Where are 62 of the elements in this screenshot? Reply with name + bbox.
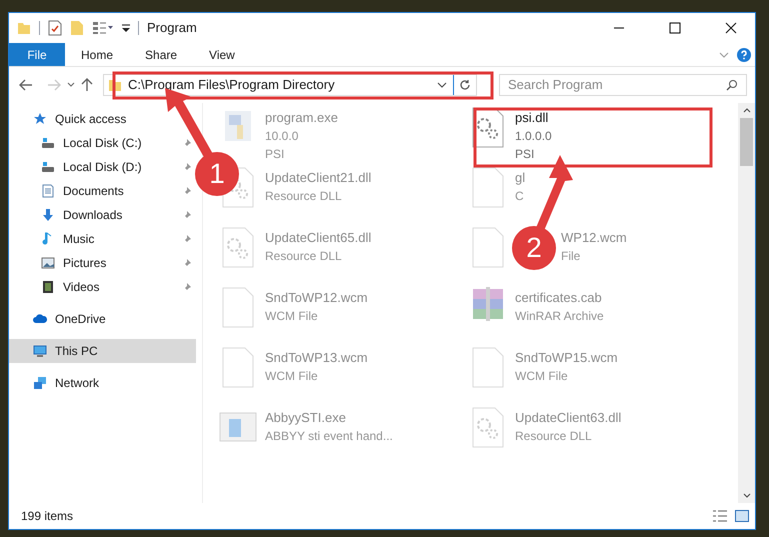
file-detail: PSI (265, 146, 286, 163)
close-icon[interactable] (725, 22, 737, 34)
ribbon-tab[interactable]: File (9, 43, 65, 66)
file-detail: PSI (515, 146, 536, 163)
sidebar-item[interactable]: Local Disk (C:) (9, 131, 196, 155)
sidebar-item[interactable]: This PC (9, 339, 196, 363)
details-view-icon[interactable] (713, 510, 727, 522)
large-icons-view-icon[interactable] (735, 510, 749, 522)
address-path: C:\Program Files\Program Directory (128, 76, 335, 94)
picture-icon (41, 256, 55, 270)
film-icon (41, 280, 55, 294)
up-arrow-icon[interactable] (81, 78, 93, 92)
file-detail: File (561, 248, 582, 265)
help-icon[interactable] (737, 48, 751, 62)
monitor-icon (33, 344, 47, 358)
file-detail: Resource DLL (265, 188, 343, 205)
sidebar-item[interactable]: Pictures (9, 251, 196, 275)
file-detail: C (515, 188, 525, 205)
ribbon-tab[interactable]: Share (129, 43, 194, 66)
window-title: Program (147, 19, 197, 38)
dropdown-arrow-icon[interactable] (122, 23, 130, 33)
file-detail: Resource DLL (265, 248, 343, 265)
drive-icon (41, 160, 55, 174)
scroll-down-icon[interactable] (742, 493, 750, 498)
ribbon-tab[interactable]: View (193, 43, 251, 66)
document-icon (41, 184, 55, 198)
file-detail: WCM File (265, 308, 319, 325)
sidebar-item[interactable]: Documents (9, 179, 196, 203)
drive-icon (41, 136, 55, 150)
cloud-icon (33, 312, 47, 326)
search-icon (726, 79, 738, 91)
file-detail: ABBYY sti event hand... (265, 428, 393, 445)
scroll-up-icon[interactable] (742, 108, 750, 113)
sidebar-item[interactable]: Music (9, 227, 196, 251)
scrollbar[interactable] (738, 103, 755, 503)
sidebar-item[interactable]: Local Disk (D:) (9, 155, 196, 179)
ribbon-tab[interactable]: Home (65, 43, 130, 66)
sidebar-item[interactable]: Quick access (9, 107, 196, 131)
item-count: 199 items (21, 508, 74, 525)
properties-icon[interactable] (48, 20, 62, 36)
view-options-icon[interactable] (92, 21, 114, 35)
scrollbar-thumb[interactable] (740, 118, 753, 166)
back-arrow-icon[interactable] (19, 79, 33, 91)
search-placeholder: Search Program (508, 76, 604, 94)
maximize-icon[interactable] (669, 22, 681, 34)
network-icon (33, 376, 47, 390)
file-name[interactable]: psi.dll (515, 109, 552, 127)
file-detail: Resource DLL (515, 428, 593, 445)
expand-ribbon-icon[interactable] (719, 52, 729, 58)
refresh-icon[interactable] (459, 79, 471, 91)
file-detail: 1.0.0.0 (515, 128, 552, 145)
file-detail: 10.0.0 (265, 128, 300, 145)
sidebar-item[interactable]: OneDrive (9, 307, 196, 331)
recent-locations-icon[interactable] (67, 82, 75, 88)
star-icon (33, 112, 47, 126)
file-detail: WCM File (265, 368, 319, 385)
download-icon (41, 208, 55, 222)
file-detail: WinRAR Archive (515, 308, 604, 325)
sidebar-item[interactable]: Videos (9, 275, 196, 299)
sidebar-item[interactable]: Network (9, 371, 196, 395)
sidebar-item[interactable]: Downloads (9, 203, 196, 227)
file-detail: WCM File (515, 368, 569, 385)
